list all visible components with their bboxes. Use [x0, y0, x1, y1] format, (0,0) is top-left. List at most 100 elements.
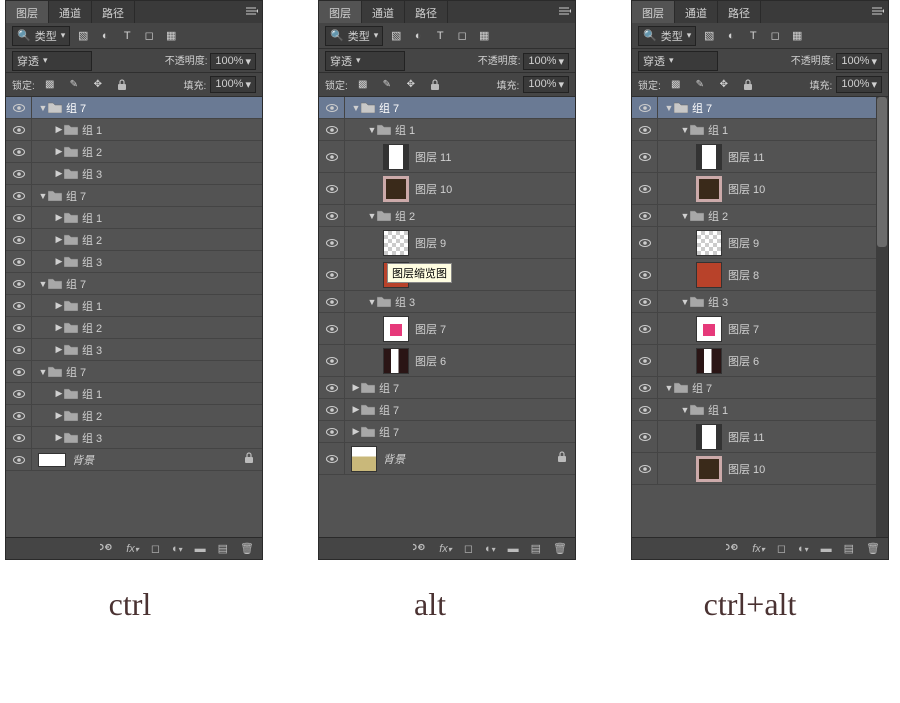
- visibility-toggle[interactable]: [6, 405, 32, 426]
- tab-channels[interactable]: 通道: [675, 1, 718, 23]
- visibility-toggle[interactable]: [6, 295, 32, 316]
- layer-row[interactable]: 图层 6: [319, 345, 575, 377]
- layer-thumbnail[interactable]: [696, 230, 722, 256]
- visibility-toggle[interactable]: [632, 97, 658, 118]
- layer-row[interactable]: ▼组 1: [632, 399, 888, 421]
- visibility-toggle[interactable]: [632, 141, 658, 172]
- visibility-toggle[interactable]: [6, 361, 32, 382]
- layer-thumbnail[interactable]: [383, 348, 409, 374]
- lock-transparent-icon[interactable]: ▩: [354, 77, 372, 93]
- visibility-toggle[interactable]: [319, 259, 345, 290]
- disclosure-triangle[interactable]: ▼: [367, 211, 377, 221]
- delete-layer-icon[interactable]: 🗑: [866, 542, 880, 555]
- layer-row[interactable]: 图层 6: [632, 345, 888, 377]
- lock-position-icon[interactable]: ✥: [402, 77, 420, 93]
- visibility-toggle[interactable]: [632, 259, 658, 290]
- layer-row[interactable]: ▼组 3: [319, 291, 575, 313]
- visibility-toggle[interactable]: [6, 339, 32, 360]
- layer-thumbnail[interactable]: [696, 348, 722, 374]
- layer-row[interactable]: 图层 9: [632, 227, 888, 259]
- layer-row[interactable]: ▶组 1: [6, 295, 262, 317]
- adjustment-layer-icon[interactable]: ◐▾: [798, 543, 809, 555]
- tab-paths[interactable]: 路径: [92, 1, 135, 23]
- new-group-icon[interactable]: ▬: [508, 543, 519, 555]
- filter-shape-icon[interactable]: ◻: [453, 28, 471, 44]
- layer-row[interactable]: 图层 9: [319, 227, 575, 259]
- kind-dropdown[interactable]: 🔍类型▾: [325, 26, 383, 46]
- disclosure-triangle[interactable]: ▼: [38, 191, 48, 201]
- layer-row[interactable]: ▼组 2: [319, 205, 575, 227]
- delete-layer-icon[interactable]: 🗑: [240, 542, 254, 555]
- layer-thumbnail[interactable]: [696, 262, 722, 288]
- lock-pixels-icon[interactable]: ✎: [378, 77, 396, 93]
- visibility-toggle[interactable]: [319, 345, 345, 376]
- visibility-toggle[interactable]: [319, 443, 345, 474]
- layer-row[interactable]: ▶组 1: [6, 119, 262, 141]
- filter-smart-icon[interactable]: ▦: [788, 28, 806, 44]
- lock-transparent-icon[interactable]: ▩: [41, 77, 59, 93]
- link-layers-icon[interactable]: [413, 542, 427, 555]
- layer-row[interactable]: ▼组 7: [6, 185, 262, 207]
- disclosure-triangle[interactable]: ▶: [351, 426, 361, 437]
- tab-layers[interactable]: 图层: [319, 1, 362, 23]
- blend-mode-dropdown[interactable]: 穿透▾: [325, 51, 405, 71]
- disclosure-triangle[interactable]: ▶: [351, 404, 361, 415]
- layer-thumbnail[interactable]: [383, 316, 409, 342]
- visibility-toggle[interactable]: [319, 119, 345, 140]
- visibility-toggle[interactable]: [319, 97, 345, 118]
- scrollbar-thumb[interactable]: [877, 97, 887, 247]
- disclosure-triangle[interactable]: ▶: [54, 212, 64, 223]
- filter-shape-icon[interactable]: ◻: [140, 28, 158, 44]
- panel-menu-icon[interactable]: [868, 1, 888, 23]
- visibility-toggle[interactable]: [6, 449, 32, 470]
- layer-row[interactable]: ▼组 7: [632, 97, 888, 119]
- disclosure-triangle[interactable]: ▶: [54, 388, 64, 399]
- visibility-toggle[interactable]: [6, 317, 32, 338]
- panel-menu-icon[interactable]: [242, 1, 262, 23]
- layer-row[interactable]: 图层 10: [632, 453, 888, 485]
- tab-paths[interactable]: 路径: [405, 1, 448, 23]
- disclosure-triangle[interactable]: ▶: [54, 322, 64, 333]
- tab-paths[interactable]: 路径: [718, 1, 761, 23]
- layer-thumbnail[interactable]: [383, 176, 409, 202]
- lock-pixels-icon[interactable]: ✎: [691, 77, 709, 93]
- visibility-toggle[interactable]: [319, 377, 345, 398]
- tab-layers[interactable]: 图层: [6, 1, 49, 23]
- filter-type-icon[interactable]: T: [118, 28, 136, 44]
- layer-thumbnail[interactable]: [696, 144, 722, 170]
- layer-thumbnail[interactable]: [696, 456, 722, 482]
- layer-style-icon[interactable]: fx▾: [752, 543, 765, 555]
- disclosure-triangle[interactable]: ▶: [54, 256, 64, 267]
- layer-mask-icon[interactable]: ◻: [464, 542, 473, 555]
- visibility-toggle[interactable]: [632, 227, 658, 258]
- blend-mode-dropdown[interactable]: 穿透▾: [638, 51, 718, 71]
- layer-row[interactable]: ▼组 1: [632, 119, 888, 141]
- visibility-toggle[interactable]: [6, 185, 32, 206]
- layer-row[interactable]: 图层 8: [632, 259, 888, 291]
- layer-row[interactable]: ▶组 7: [319, 399, 575, 421]
- disclosure-triangle[interactable]: ▶: [54, 300, 64, 311]
- disclosure-triangle[interactable]: ▼: [367, 297, 377, 307]
- visibility-toggle[interactable]: [6, 427, 32, 448]
- layer-row[interactable]: ▶组 3: [6, 339, 262, 361]
- disclosure-triangle[interactable]: ▼: [367, 125, 377, 135]
- lock-transparent-icon[interactable]: ▩: [667, 77, 685, 93]
- opacity-input[interactable]: 100%▾: [523, 53, 569, 70]
- layer-row[interactable]: ▶组 7: [319, 421, 575, 443]
- fill-input[interactable]: 100%▾: [523, 76, 569, 93]
- layer-row[interactable]: ▼组 3: [632, 291, 888, 313]
- visibility-toggle[interactable]: [319, 173, 345, 204]
- tab-layers[interactable]: 图层: [632, 1, 675, 23]
- disclosure-triangle[interactable]: ▼: [38, 279, 48, 289]
- visibility-toggle[interactable]: [319, 313, 345, 344]
- disclosure-triangle[interactable]: ▼: [351, 103, 361, 113]
- disclosure-triangle[interactable]: ▼: [38, 367, 48, 377]
- visibility-toggle[interactable]: [632, 421, 658, 452]
- visibility-toggle[interactable]: [319, 227, 345, 258]
- layer-row[interactable]: ▶组 3: [6, 427, 262, 449]
- delete-layer-icon[interactable]: 🗑: [553, 542, 567, 555]
- layer-row[interactable]: 背景: [319, 443, 575, 475]
- panel-menu-icon[interactable]: [555, 1, 575, 23]
- fill-input[interactable]: 100%▾: [836, 76, 882, 93]
- layer-row[interactable]: ▼组 7: [6, 361, 262, 383]
